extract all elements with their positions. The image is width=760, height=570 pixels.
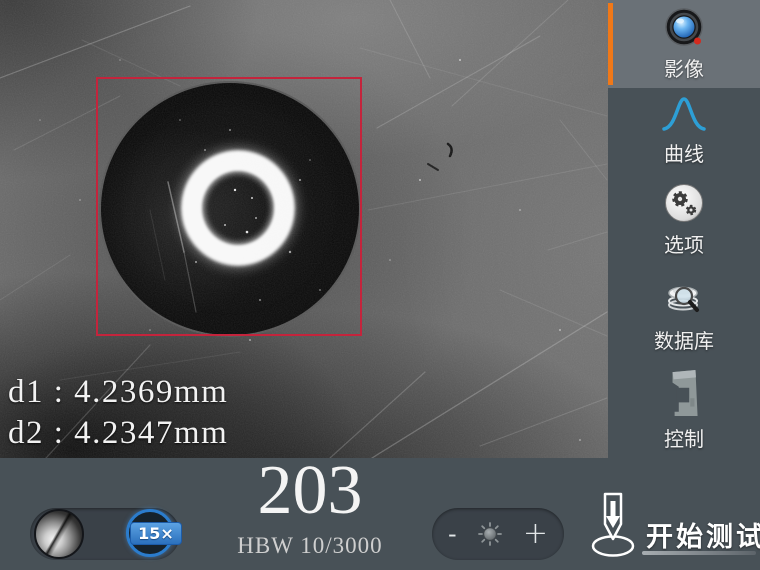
database-search-icon <box>662 275 706 319</box>
sidebar-item-label: 数据库 <box>654 325 714 354</box>
hardness-readout: 203 HBW 10/3000 <box>210 458 410 559</box>
bottom-bar: 15× 203 HBW 10/3000 - <box>0 458 760 570</box>
d2-measurement: d2 : 4.2347mm <box>8 415 228 452</box>
brightness-sun-icon <box>478 522 502 546</box>
brightness-increase-button[interactable]: + <box>523 519 548 549</box>
sidebar-item-database[interactable]: 数据库 <box>608 266 760 362</box>
hardness-tester-app: d1 : 4.2369mm d2 : 4.2347mm <box>0 0 760 570</box>
sidebar-item-label: 控制 <box>664 423 704 452</box>
tester-machine-icon <box>667 369 701 417</box>
roi-rectangle <box>96 77 362 336</box>
sidebar-item-label: 选项 <box>664 229 704 258</box>
gears-icon <box>664 183 704 223</box>
sidebar-item-options[interactable]: 选项 <box>608 174 760 266</box>
sidebar-item-label: 曲线 <box>664 138 704 167</box>
camera-lens-icon <box>664 7 704 47</box>
sidebar-item-label: 影像 <box>664 53 704 82</box>
objective-selector[interactable]: 15× <box>30 508 180 560</box>
sidebar: 影像 曲线 <box>608 0 760 458</box>
sidebar-item-image[interactable]: 影像 <box>608 0 760 88</box>
magnification-badge[interactable]: 15× <box>130 522 182 545</box>
bell-curve-icon <box>661 96 707 132</box>
hardness-scale-label: HBW 10/3000 <box>210 533 410 559</box>
sidebar-item-curve[interactable]: 曲线 <box>608 88 760 174</box>
camera-view: d1 : 4.2369mm d2 : 4.2347mm <box>0 0 608 458</box>
indenter-arrow-icon <box>588 492 640 558</box>
brightness-control: - + <box>432 508 564 560</box>
sidebar-item-control[interactable]: 控制 <box>608 362 760 458</box>
start-test-underline <box>642 551 756 555</box>
d1-measurement: d1 : 4.2369mm <box>8 374 228 411</box>
indenter-ball-icon <box>34 509 84 559</box>
hardness-value: 203 <box>210 458 410 524</box>
start-test-button[interactable]: 开始测试 <box>588 488 760 566</box>
start-test-label: 开始测试 <box>646 515 760 554</box>
active-indicator <box>608 3 613 85</box>
brightness-decrease-button[interactable]: - <box>448 522 457 546</box>
